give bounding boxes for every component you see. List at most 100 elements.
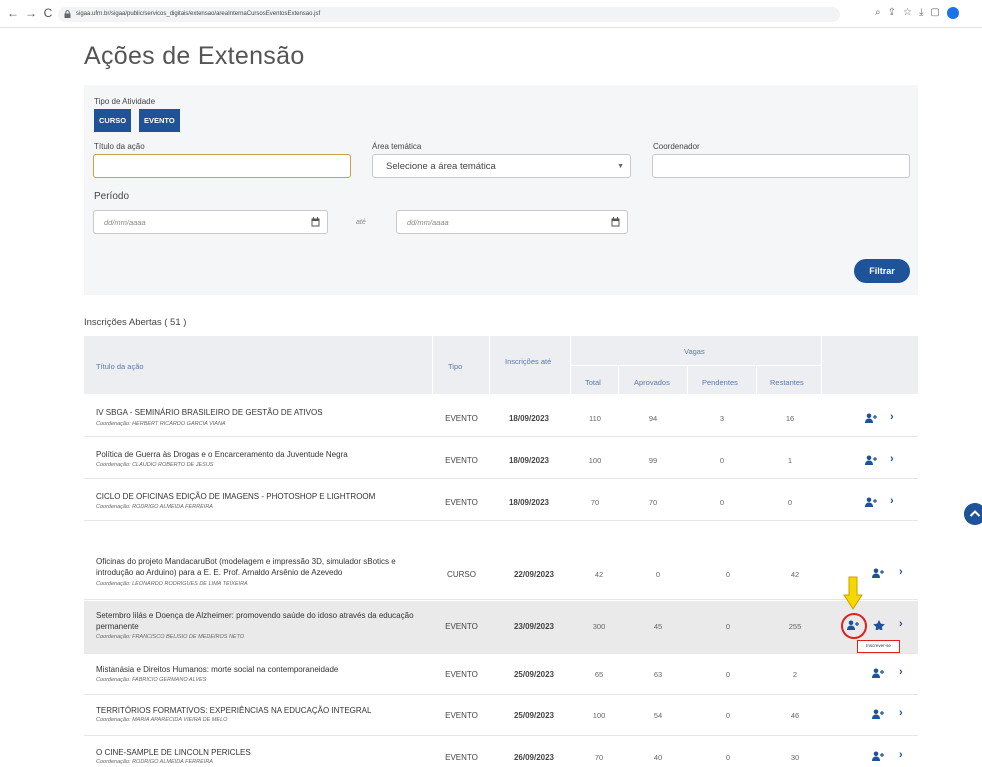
row-tipo: EVENTO bbox=[445, 711, 478, 720]
row-coordinator: Coordenação: RODRIGO ALMEIDA FERREIRA bbox=[96, 504, 213, 510]
row-restantes: 16 bbox=[785, 414, 795, 423]
chevron-right-icon[interactable]: › bbox=[899, 567, 903, 578]
filtrar-button[interactable]: Filtrar bbox=[854, 259, 910, 283]
tab-icon[interactable]: ▢ bbox=[930, 6, 939, 20]
star-icon[interactable]: ☆ bbox=[903, 6, 912, 20]
header-total: Total bbox=[585, 378, 601, 387]
address-bar[interactable]: sigaa.ufrn.br/sigaa/public/servicos_digi… bbox=[58, 7, 840, 22]
row-aprovados: 70 bbox=[648, 498, 658, 507]
row-coordinator: Coordenação: RODRIGO ALMEIDA FERREIRA bbox=[96, 759, 213, 765]
profile-avatar[interactable] bbox=[946, 7, 959, 19]
calendar-icon[interactable] bbox=[311, 217, 320, 227]
row-tipo: CURSO bbox=[447, 570, 476, 579]
table-row[interactable]: O CINE-SAMPLE DE LINCOLN PERICLES Coorde… bbox=[84, 737, 918, 767]
forward-icon[interactable]: → bbox=[24, 6, 38, 20]
table-row[interactable]: CICLO DE OFICINAS EDIÇÃO DE IMAGENS - PH… bbox=[84, 480, 918, 521]
area-select-value: Selecione a área temática bbox=[386, 161, 496, 172]
header-inscricoes: Inscrições até bbox=[505, 357, 552, 366]
row-aprovados: 45 bbox=[653, 622, 663, 631]
row-title: O CINE-SAMPLE DE LINCOLN PERICLES bbox=[96, 748, 251, 757]
row-tipo: EVENTO bbox=[445, 753, 478, 762]
row-pendentes: 3 bbox=[719, 414, 725, 423]
table-row[interactable]: Oficinas do projeto MandacaruBot (modela… bbox=[84, 545, 918, 600]
row-title: IV SBGA - SEMINÁRIO BRASILEIRO DE GESTÃO… bbox=[96, 408, 323, 417]
calendar-icon[interactable] bbox=[611, 217, 620, 227]
table-header: Título da ação Tipo Inscrições até Vagas… bbox=[84, 336, 918, 394]
row-aprovados: 40 bbox=[653, 753, 663, 762]
header-vagas: Vagas bbox=[684, 347, 705, 356]
browser-actions: ⌕ ⇪ ☆ ⤓ ▢ bbox=[875, 6, 959, 20]
chevron-right-icon[interactable]: › bbox=[890, 454, 894, 465]
chevron-right-icon[interactable]: › bbox=[899, 708, 903, 719]
titulo-label: Título da ação bbox=[94, 142, 145, 151]
row-pendentes: 0 bbox=[719, 456, 725, 465]
add-user-icon[interactable] bbox=[865, 497, 877, 507]
row-total: 110 bbox=[589, 414, 601, 423]
pin-icon[interactable] bbox=[873, 620, 885, 630]
add-user-icon[interactable] bbox=[872, 709, 884, 719]
row-total: 70 bbox=[594, 753, 604, 762]
list-heading: Inscrições Abertas ( 51 ) bbox=[84, 317, 187, 328]
add-user-icon[interactable] bbox=[865, 455, 877, 465]
row-tipo: EVENTO bbox=[445, 670, 478, 679]
zoom-icon[interactable]: ⌕ bbox=[875, 6, 881, 20]
date-start-input[interactable]: dd/mm/aaaa bbox=[93, 210, 328, 234]
table-row[interactable]: IV SBGA - SEMINÁRIO BRASILEIRO DE GESTÃO… bbox=[84, 396, 918, 437]
table-row[interactable]: Política de Guerra às Drogas e o Encarce… bbox=[84, 438, 918, 479]
header-pendentes: Pendentes bbox=[702, 378, 738, 387]
row-pendentes: 0 bbox=[725, 622, 731, 631]
row-date: 26/09/2023 bbox=[513, 753, 555, 762]
row-pendentes: 0 bbox=[725, 570, 731, 579]
tooltip-inscrever: Inscrever-se bbox=[857, 640, 900, 653]
evento-button[interactable]: EVENTO bbox=[139, 109, 180, 132]
table-row[interactable]: Setembro lilás e Doença de Alzheimer: pr… bbox=[84, 601, 918, 654]
back-icon[interactable]: ← bbox=[6, 6, 20, 20]
coordenador-input[interactable] bbox=[652, 154, 910, 178]
titulo-input[interactable] bbox=[93, 154, 351, 178]
download-icon[interactable]: ⤓ bbox=[919, 6, 923, 20]
add-user-icon[interactable] bbox=[865, 413, 877, 423]
row-date: 18/09/2023 bbox=[508, 498, 550, 507]
chevron-right-icon[interactable]: › bbox=[899, 619, 903, 630]
share-icon[interactable]: ⇪ bbox=[888, 6, 896, 20]
ate-label: até bbox=[356, 219, 366, 226]
add-user-icon[interactable] bbox=[872, 568, 884, 578]
row-total: 100 bbox=[588, 456, 602, 465]
add-user-icon[interactable] bbox=[872, 751, 884, 761]
add-user-icon[interactable] bbox=[872, 668, 884, 678]
row-coordinator: Coordenação: MARIA APARECIDA VIEIRA DE M… bbox=[96, 717, 228, 723]
row-total: 300 bbox=[592, 622, 606, 631]
table-row[interactable]: Mistanásia e Direitos Humanos: morte soc… bbox=[84, 655, 918, 695]
row-title: Mistanásia e Direitos Humanos: morte soc… bbox=[96, 665, 339, 674]
table-row[interactable]: TERRITÓRIOS FORMATIVOS: EXPERIÊNCIAS NA … bbox=[84, 696, 918, 736]
row-tipo: EVENTO bbox=[445, 498, 478, 507]
coordenador-label: Coordenador bbox=[653, 142, 700, 151]
divider bbox=[821, 336, 822, 394]
row-aprovados: 99 bbox=[648, 456, 658, 465]
area-select[interactable]: Selecione a área temática ▼ bbox=[372, 154, 631, 178]
row-coordinator: Coordenação: LEONARDO RODRIGUES DE LIMA … bbox=[96, 581, 248, 587]
row-total: 42 bbox=[594, 570, 604, 579]
row-aprovados: 0 bbox=[655, 570, 661, 579]
row-date: 18/09/2023 bbox=[508, 456, 550, 465]
row-coordinator: Coordenação: CLAUDIO ROBERTO DE JESUS bbox=[96, 462, 214, 468]
reload-icon[interactable]: C bbox=[41, 6, 55, 20]
row-aprovados: 54 bbox=[653, 711, 663, 720]
date-end-input[interactable]: dd/mm/aaaa bbox=[396, 210, 628, 234]
divider bbox=[756, 365, 757, 394]
chevron-right-icon[interactable]: › bbox=[890, 412, 894, 423]
chevron-right-icon[interactable]: › bbox=[890, 496, 894, 507]
chevron-right-icon[interactable]: › bbox=[899, 750, 903, 761]
scroll-top-button[interactable] bbox=[964, 503, 982, 525]
annotation-arrow-icon bbox=[843, 576, 863, 610]
divider bbox=[618, 365, 619, 394]
curso-button[interactable]: CURSO bbox=[94, 109, 132, 132]
row-pendentes: 0 bbox=[725, 711, 731, 720]
chevron-right-icon[interactable]: › bbox=[899, 667, 903, 678]
row-restantes: 30 bbox=[790, 753, 800, 762]
row-total: 65 bbox=[594, 670, 604, 679]
annotation-circle bbox=[841, 613, 867, 639]
row-pendentes: 0 bbox=[725, 670, 731, 679]
divider bbox=[687, 365, 688, 394]
row-tipo: EVENTO bbox=[445, 622, 478, 631]
